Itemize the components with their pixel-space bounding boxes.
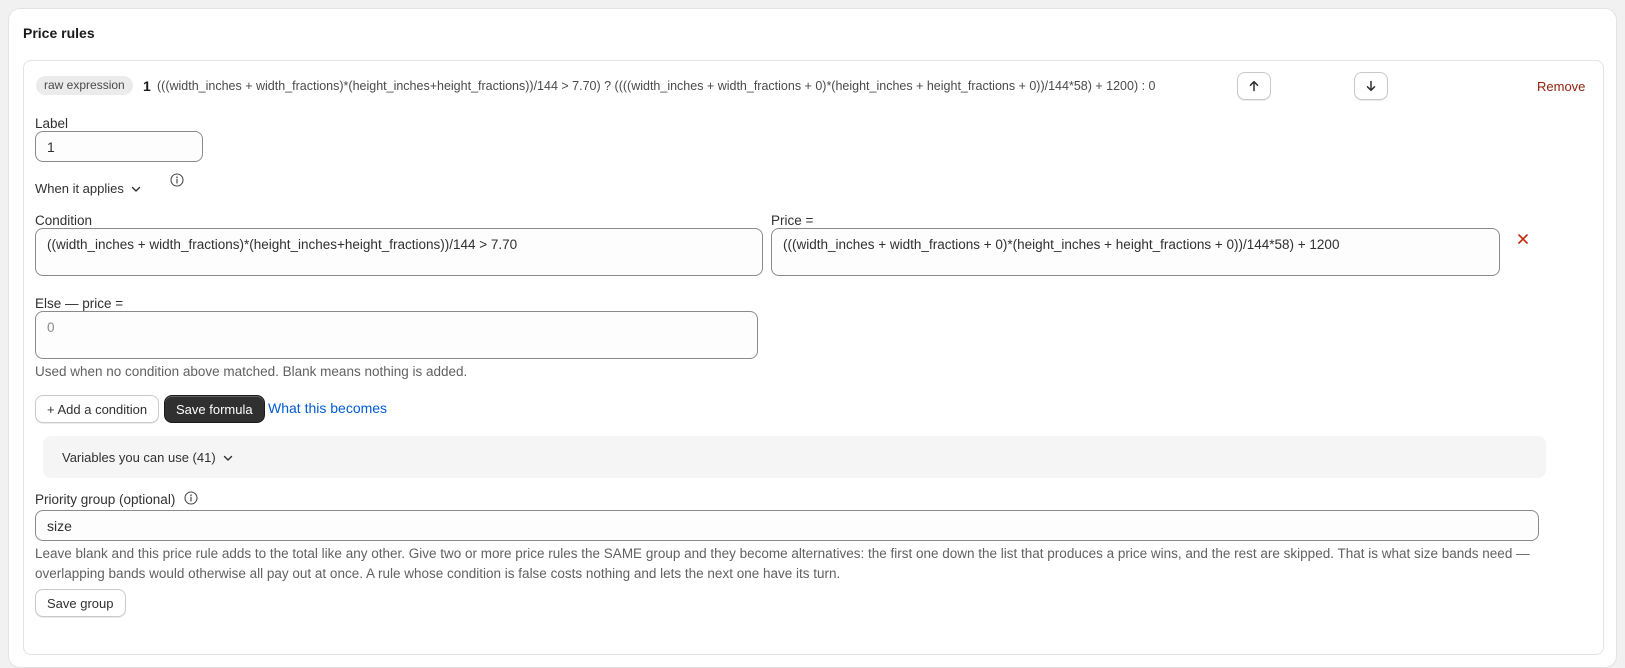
label-input[interactable]: 1 — [35, 131, 203, 162]
else-price-input[interactable]: 0 — [35, 311, 758, 359]
else-price-label: Else — price = — [35, 296, 124, 311]
info-icon[interactable] — [170, 173, 184, 187]
add-condition-button[interactable]: + Add a condition — [35, 395, 160, 423]
variables-label: Variables you can use (41) — [62, 450, 216, 465]
remove-rule-link[interactable]: Remove — [1537, 79, 1585, 94]
when-it-applies-toggle[interactable]: When it applies — [35, 181, 142, 196]
save-group-button[interactable]: Save group — [35, 589, 126, 617]
arrow-down-icon — [1366, 80, 1376, 92]
rule-type-badge: raw expression — [36, 76, 133, 95]
priority-group-help-text: Leave blank and this price rule adds to … — [35, 546, 1530, 581]
move-up-button[interactable] — [1237, 72, 1271, 100]
label-field-label: Label — [35, 116, 69, 131]
variables-panel[interactable]: Variables you can use (41) — [43, 436, 1546, 478]
card-title: Price rules — [23, 25, 95, 41]
else-help-text: Used when no condition above matched. Bl… — [35, 364, 468, 379]
what-this-becomes-link[interactable]: What this becomes — [268, 400, 387, 416]
price-label: Price = — [771, 213, 814, 228]
chevron-down-icon — [223, 455, 232, 461]
rule-number: 1 — [143, 78, 151, 94]
condition-label: Condition — [35, 213, 93, 228]
variables-toggle[interactable]: Variables you can use (41) — [62, 450, 234, 465]
priority-group-label: Priority group (optional) — [35, 492, 176, 507]
delete-condition-icon[interactable] — [1517, 233, 1529, 245]
when-it-applies-label: When it applies — [35, 181, 124, 196]
info-icon[interactable] — [184, 491, 198, 505]
move-down-button[interactable] — [1354, 72, 1388, 100]
save-formula-button[interactable]: Save formula — [164, 395, 265, 423]
arrow-up-icon — [1249, 80, 1259, 92]
price-rule: raw expression 1 (((width_inches + width… — [23, 60, 1604, 655]
priority-group-input[interactable]: size — [35, 510, 1539, 541]
price-rules-card: Price rules raw expression 1 (((width_in… — [8, 8, 1617, 668]
chevron-down-icon — [131, 186, 141, 192]
rule-expression-summary: (((width_inches + width_fractions)*(heig… — [157, 79, 1156, 93]
price-input[interactable]: (((width_inches + width_fractions + 0)*(… — [771, 228, 1500, 276]
condition-input[interactable]: ((width_inches + width_fractions)*(heigh… — [35, 228, 763, 276]
